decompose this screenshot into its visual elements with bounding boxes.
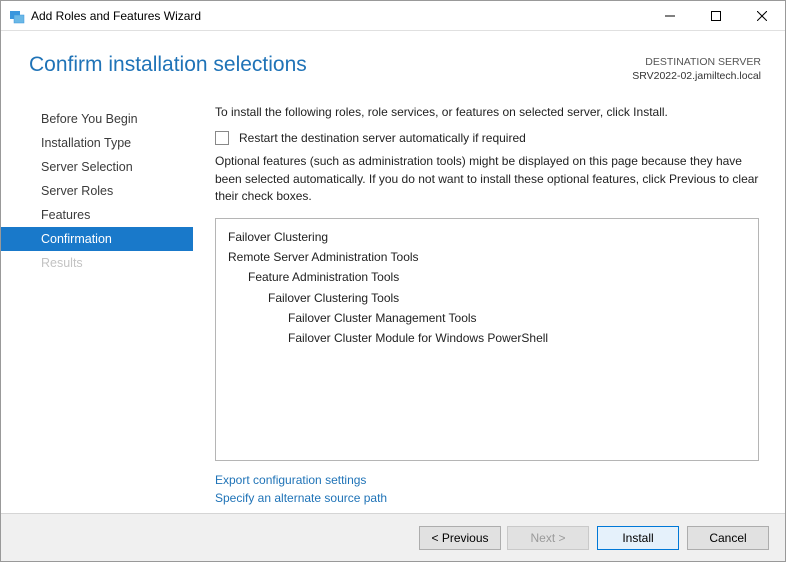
feature-item: Failover Cluster Management Tools [228, 308, 746, 328]
sidebar-item-server-selection[interactable]: Server Selection [1, 155, 193, 179]
wizard-sidebar: Before You Begin Installation Type Serve… [1, 93, 193, 513]
feature-item: Feature Administration Tools [228, 267, 746, 287]
maximize-button[interactable] [693, 1, 739, 30]
link-area: Export configuration settings Specify an… [215, 461, 759, 513]
window-title: Add Roles and Features Wizard [31, 9, 647, 23]
window-controls [647, 1, 785, 30]
feature-item: Failover Clustering [228, 227, 746, 247]
destination-label: DESTINATION SERVER [632, 55, 761, 69]
sidebar-item-server-roles[interactable]: Server Roles [1, 179, 193, 203]
destination-name: SRV2022-02.jamiltech.local [632, 69, 761, 83]
footer: < Previous Next > Install Cancel [1, 513, 785, 561]
optional-features-text: Optional features (such as administratio… [215, 153, 759, 205]
sidebar-item-installation-type[interactable]: Installation Type [1, 131, 193, 155]
sidebar-item-features[interactable]: Features [1, 203, 193, 227]
next-button: Next > [507, 526, 589, 550]
destination-block: DESTINATION SERVER SRV2022-02.jamiltech.… [632, 53, 761, 83]
cancel-button[interactable]: Cancel [687, 526, 769, 550]
previous-button[interactable]: < Previous [419, 526, 501, 550]
selected-features-box: Failover Clustering Remote Server Admini… [215, 218, 759, 461]
minimize-button[interactable] [647, 1, 693, 30]
sidebar-item-before-you-begin[interactable]: Before You Begin [1, 107, 193, 131]
close-button[interactable] [739, 1, 785, 30]
app-icon [9, 8, 25, 24]
intro-text: To install the following roles, role ser… [215, 105, 759, 119]
feature-item: Failover Cluster Module for Windows Powe… [228, 328, 746, 348]
page-title: Confirm installation selections [29, 53, 307, 77]
specify-source-link[interactable]: Specify an alternate source path [215, 491, 387, 505]
export-config-link[interactable]: Export configuration settings [215, 473, 366, 487]
feature-item: Failover Clustering Tools [228, 288, 746, 308]
feature-item: Remote Server Administration Tools [228, 247, 746, 267]
header: Confirm installation selections DESTINAT… [1, 31, 785, 93]
body: Before You Begin Installation Type Serve… [1, 93, 785, 513]
sidebar-item-confirmation[interactable]: Confirmation [1, 227, 193, 251]
content-area: To install the following roles, role ser… [193, 93, 785, 513]
title-bar: Add Roles and Features Wizard [1, 1, 785, 31]
restart-checkbox[interactable] [215, 131, 229, 145]
restart-checkbox-label: Restart the destination server automatic… [239, 131, 526, 145]
sidebar-item-results: Results [1, 251, 193, 275]
restart-checkbox-row: Restart the destination server automatic… [215, 131, 759, 145]
install-button[interactable]: Install [597, 526, 679, 550]
